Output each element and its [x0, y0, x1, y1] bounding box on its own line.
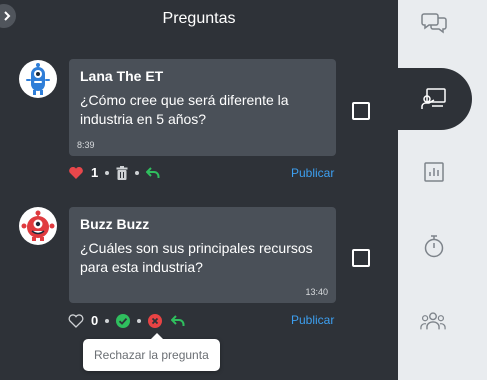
- question-actions: 0: [68, 313, 185, 328]
- question-text: ¿Cuáles son sus principales recursos par…: [80, 240, 313, 275]
- rail-presentation-tab[interactable]: [421, 86, 447, 112]
- publish-link[interactable]: Publicar: [291, 313, 334, 327]
- question-card: Buzz Buzz ¿Cuáles son sus principales re…: [69, 207, 336, 303]
- avatar: [19, 207, 57, 245]
- panel-title: Preguntas: [162, 10, 236, 27]
- question-actions: 1: [68, 165, 160, 180]
- reject-tooltip: Rechazar la pregunta: [83, 333, 220, 371]
- reply-icon[interactable]: [171, 314, 185, 327]
- rail-chat-tab[interactable]: [421, 10, 447, 36]
- question-author: Lana The ET: [80, 68, 164, 84]
- separator-dot: [105, 318, 110, 323]
- questions-panel: Preguntas Lana The ET ¿Cómo cree que ser…: [0, 0, 398, 380]
- reject-x-icon[interactable]: [148, 313, 163, 328]
- question-time: 8:39: [77, 140, 95, 150]
- tooltip-text: Rechazar la pregunta: [94, 348, 209, 362]
- heart-icon[interactable]: [68, 166, 84, 180]
- people-icon: [420, 312, 446, 330]
- like-count: 1: [91, 165, 99, 180]
- alien-avatar-icon: [20, 61, 56, 97]
- chat-bubbles-icon: [421, 13, 447, 34]
- presentation-icon: [421, 88, 446, 109]
- trash-icon[interactable]: [116, 165, 128, 180]
- question-card: Lana The ET ¿Cómo cree que será diferent…: [69, 59, 336, 156]
- like-count: 0: [91, 313, 99, 328]
- stopwatch-icon: [424, 235, 444, 258]
- question-time: 13:40: [305, 287, 328, 297]
- heart-outline-icon[interactable]: [68, 313, 84, 328]
- approve-check-icon[interactable]: [116, 313, 131, 328]
- publish-link[interactable]: Publicar: [291, 166, 334, 180]
- separator-dot: [135, 170, 140, 175]
- monster-avatar-icon: [20, 208, 56, 244]
- select-question-checkbox[interactable]: [352, 249, 370, 267]
- separator-dot: [137, 318, 142, 323]
- rail-timer-tab[interactable]: [421, 233, 447, 259]
- reply-icon[interactable]: [146, 166, 160, 179]
- chart-icon: [424, 162, 444, 182]
- question-text: ¿Cómo cree que será diferente la industr…: [80, 92, 289, 127]
- avatar: [19, 60, 57, 98]
- rail-stats-tab[interactable]: [421, 159, 447, 185]
- separator-dot: [105, 170, 110, 175]
- question-author: Buzz Buzz: [80, 216, 150, 232]
- rail-participants-tab[interactable]: [420, 308, 446, 334]
- select-question-checkbox[interactable]: [352, 102, 370, 120]
